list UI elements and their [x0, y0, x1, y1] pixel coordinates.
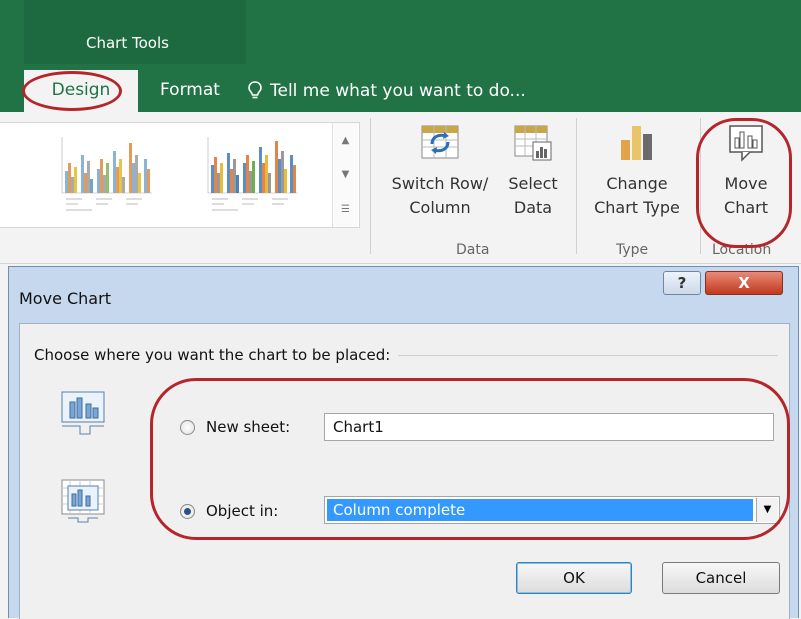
chart-tools-label: Chart Tools: [86, 34, 169, 52]
new-sheet-label: New sheet:: [206, 418, 291, 436]
type-group-label: Type: [616, 242, 649, 258]
gallery-scroll-up-icon[interactable]: ▲: [342, 135, 350, 146]
help-button[interactable]: ?: [663, 271, 701, 295]
switch-row-column-icon: [421, 125, 459, 159]
cancel-button[interactable]: Cancel: [662, 562, 780, 594]
move-chart-label-1: Move: [724, 174, 768, 193]
change-chart-type-icon: [621, 126, 652, 160]
lightbulb-icon: [248, 81, 262, 99]
close-button[interactable]: X: [705, 271, 783, 295]
dropdown-arrow-icon[interactable]: ▼: [756, 498, 778, 522]
select-data-button[interactable]: Select Data: [500, 120, 566, 220]
move-chart-icon: [729, 125, 763, 162]
dialog-client-area: Choose where you want the chart to be pl…: [19, 323, 790, 619]
tell-me-search[interactable]: Tell me what you want to do...: [248, 70, 526, 112]
location-group-label: Location: [712, 242, 772, 258]
gallery-scroll-down-icon[interactable]: ▼: [342, 169, 350, 180]
chart-styles-gallery: ▲ ▼ ☰: [0, 122, 360, 228]
new-sheet-name-input[interactable]: Chart1: [324, 413, 774, 441]
ribbon-tab-bar: Chart Tools Design Format Tell me what y…: [0, 0, 801, 112]
object-in-icon: [61, 479, 105, 523]
switch-row-column-label-1: Switch Row/: [391, 174, 489, 193]
ok-button[interactable]: OK: [516, 562, 632, 594]
new-sheet-radio[interactable]: [180, 420, 195, 435]
new-sheet-icon: [61, 391, 105, 435]
object-in-radio[interactable]: [180, 504, 195, 519]
object-in-selected-value: Column complete: [327, 499, 753, 521]
placement-prompt: Choose where you want the chart to be pl…: [34, 346, 399, 364]
switch-row-column-label-2: Column: [409, 198, 471, 217]
select-data-label-1: Select: [508, 174, 558, 193]
ribbon-separator: [370, 118, 371, 254]
move-chart-dialog: Move Chart ? X Choose where you want the…: [8, 266, 799, 619]
object-in-label: Object in:: [206, 502, 279, 520]
dialog-title: Move Chart: [19, 289, 111, 308]
tab-format[interactable]: Format: [150, 70, 230, 112]
move-chart-button[interactable]: Move Chart: [706, 120, 786, 220]
object-in-select[interactable]: Column complete ▼: [324, 496, 780, 524]
chart-style-thumbnail-2[interactable]: [202, 133, 302, 217]
select-data-label-2: Data: [513, 198, 553, 217]
chart-tools-context-band: [24, 0, 246, 64]
gallery-scrollbar[interactable]: ▲ ▼ ☰: [332, 123, 358, 227]
ribbon-separator: [700, 118, 701, 254]
move-chart-label-2: Chart: [724, 198, 768, 217]
switch-row-column-button[interactable]: Switch Row/ Column: [378, 120, 502, 220]
chart-style-thumbnail-1[interactable]: [56, 133, 156, 217]
data-group-label: Data: [456, 242, 490, 258]
select-data-icon: [514, 125, 552, 161]
change-chart-type-label-2: Chart Type: [594, 198, 680, 217]
change-chart-type-label-1: Change: [606, 174, 668, 193]
tell-me-text: Tell me what you want to do...: [270, 81, 526, 101]
gallery-more-icon[interactable]: ☰: [341, 204, 350, 215]
ribbon-separator: [576, 118, 577, 254]
ribbon-body: ▲ ▼ ☰ Switch Row/ Column Select Data Dat…: [0, 112, 801, 264]
change-chart-type-button[interactable]: Change Chart Type: [584, 120, 690, 220]
tab-design[interactable]: Design: [24, 70, 138, 112]
